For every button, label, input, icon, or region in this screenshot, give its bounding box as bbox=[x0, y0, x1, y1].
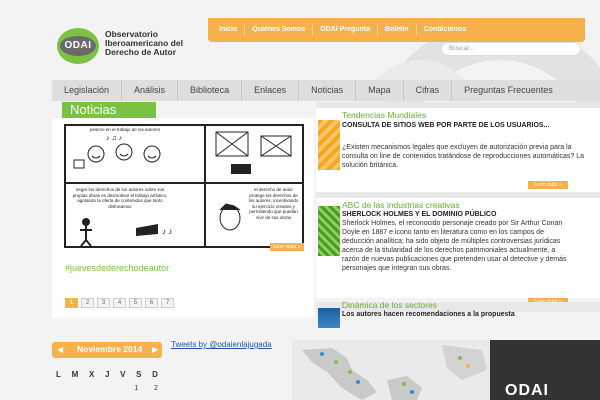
odai-banner[interactable]: ODAI bbox=[490, 340, 600, 400]
weekday-label: X bbox=[88, 370, 95, 379]
previous-month-icon[interactable]: ◀ bbox=[57, 345, 63, 354]
page-button-6[interactable]: 6 bbox=[145, 298, 158, 308]
weekday-label: V bbox=[120, 370, 126, 379]
map-image[interactable] bbox=[292, 340, 490, 400]
main-navigation: Legislación Análisis Biblioteca Enlaces … bbox=[52, 80, 600, 101]
section-title[interactable]: Tendencias Mundiales bbox=[342, 110, 426, 120]
weekday-label: J bbox=[104, 370, 110, 379]
comic-panel: negar los derechos de los autores sobre … bbox=[65, 183, 205, 247]
news-slider: ♪ ♫ ♪ pesimo en el trabajo de los autore… bbox=[52, 118, 314, 318]
nav-noticias[interactable]: Noticias bbox=[299, 80, 357, 101]
news-tab[interactable]: Noticias bbox=[62, 102, 156, 118]
page-button-5[interactable]: 5 bbox=[129, 298, 142, 308]
page-button-7[interactable]: 7 bbox=[161, 298, 174, 308]
section-title[interactable]: ABC de las industrias creativas bbox=[342, 200, 460, 210]
item-headline[interactable]: Los autores hacen recomendaciones a la p… bbox=[342, 310, 572, 319]
nav-cifras[interactable]: Cifras bbox=[404, 80, 453, 101]
weekday-label: D bbox=[152, 370, 158, 379]
item-summary: Sherlock Holmes, el reconocido personaje… bbox=[342, 220, 567, 272]
comic-panel: ♪ ♫ ♪ pesimo en el trabajo de los autore… bbox=[65, 125, 205, 183]
weekday-label: M bbox=[71, 370, 79, 379]
site-name[interactable]: Observatorio Iberoamericano del Derecho … bbox=[105, 30, 185, 57]
comic-caption: pesimo en el trabajo de los autores bbox=[89, 127, 161, 132]
top-nav-odai-pregunta[interactable]: ODAI Pregunta bbox=[313, 24, 378, 36]
nav-analisis[interactable]: Análisis bbox=[122, 80, 179, 101]
page-button-3[interactable]: 3 bbox=[97, 298, 110, 308]
nav-preguntas-frecuentes[interactable]: Preguntas Frecuentes bbox=[452, 80, 565, 101]
calendar-header: ◀ Noviembre 2014 ▶ bbox=[52, 342, 162, 358]
thumbnail-image[interactable] bbox=[318, 120, 340, 170]
section-title[interactable]: Dinámica de los sectores bbox=[342, 300, 437, 310]
news-item: ABC de las industrias creativas SHERLOCK… bbox=[316, 198, 600, 306]
calendar-day[interactable]: 2 bbox=[154, 385, 158, 392]
comic-panel: el derecho de autor protege los derechos… bbox=[205, 183, 303, 247]
page-button-2[interactable]: 2 bbox=[81, 298, 94, 308]
nav-biblioteca[interactable]: Biblioteca bbox=[178, 80, 243, 101]
comic-caption: el derecho de autor protege los derechos… bbox=[248, 187, 299, 220]
calendar-weekdays: L M X J V S D bbox=[52, 370, 162, 379]
nav-mapa[interactable]: Mapa bbox=[356, 80, 404, 101]
odai-logo[interactable]: ODAI bbox=[57, 28, 99, 64]
logo-text: ODAI bbox=[64, 40, 92, 51]
item-headline[interactable]: SHERLOCK HOLMES Y EL DOMINIO PÚBLICO bbox=[342, 210, 592, 219]
calendar-day[interactable]: 1 bbox=[134, 385, 138, 392]
comic-image[interactable]: ♪ ♫ ♪ pesimo en el trabajo de los autore… bbox=[64, 124, 304, 248]
news-pagination: 1 2 3 4 5 6 7 bbox=[65, 298, 174, 308]
page-button-1[interactable]: 1 bbox=[65, 298, 78, 308]
weekday-label: L bbox=[56, 370, 61, 379]
top-nav-contactenos[interactable]: Contáctenos bbox=[417, 24, 473, 36]
comic-panel bbox=[205, 125, 303, 183]
twitter-feed-link[interactable]: Tweets by @odaienlajugada bbox=[171, 340, 272, 349]
news-read-more-button[interactable]: Leer más » bbox=[270, 243, 304, 251]
page: ODAI Observatorio Iberoamericano del Der… bbox=[0, 0, 600, 400]
top-nav-inicio[interactable]: Inicio bbox=[212, 24, 246, 36]
odai-banner-text: ODAI bbox=[505, 382, 549, 399]
comic-drawing bbox=[215, 131, 292, 174]
news-item: Tendencias Mundiales CONSULTA DE SITIOS … bbox=[316, 108, 600, 198]
thumbnail-image[interactable] bbox=[318, 308, 340, 328]
comic-caption: negar los derechos de los autores sobre … bbox=[72, 187, 168, 209]
news-item: Dinámica de los sectores Los autores hac… bbox=[316, 298, 600, 328]
item-headline[interactable]: CONSULTA DE SITIOS WEB POR PARTE DE LOS … bbox=[342, 121, 592, 130]
nav-enlaces[interactable]: Enlaces bbox=[242, 80, 300, 101]
top-nav-boletin[interactable]: Boletín bbox=[378, 24, 417, 36]
top-nav-quienes-somos[interactable]: Quiénes Somos bbox=[245, 24, 314, 36]
weekday-label: S bbox=[136, 370, 142, 379]
comic-drawing: ♪ ♫ ♪ bbox=[73, 135, 161, 169]
svg-text:♪ ♪: ♪ ♪ bbox=[162, 227, 172, 236]
top-navigation: Inicio Quiénes Somos ODAI Pregunta Bolet… bbox=[208, 18, 585, 42]
read-more-button[interactable]: Leer más » bbox=[528, 181, 568, 189]
search-input[interactable]: Buscar... bbox=[441, 42, 581, 56]
next-month-icon[interactable]: ▶ bbox=[152, 345, 158, 354]
nav-legislacion[interactable]: Legislación bbox=[52, 80, 123, 101]
page-button-4[interactable]: 4 bbox=[113, 298, 126, 308]
news-tab-label: Noticias bbox=[70, 102, 117, 117]
item-summary: ¿Existen mecanismos legales que excluyen… bbox=[342, 144, 585, 169]
calendar-month: Noviembre 2014 bbox=[77, 344, 143, 354]
calendar-days: 1 2 bbox=[52, 385, 162, 392]
news-hashtag[interactable]: #juevesdederechodeautor bbox=[65, 263, 169, 273]
svg-text:♪ ♫ ♪: ♪ ♫ ♪ bbox=[106, 135, 122, 142]
map-drawing bbox=[302, 345, 487, 400]
